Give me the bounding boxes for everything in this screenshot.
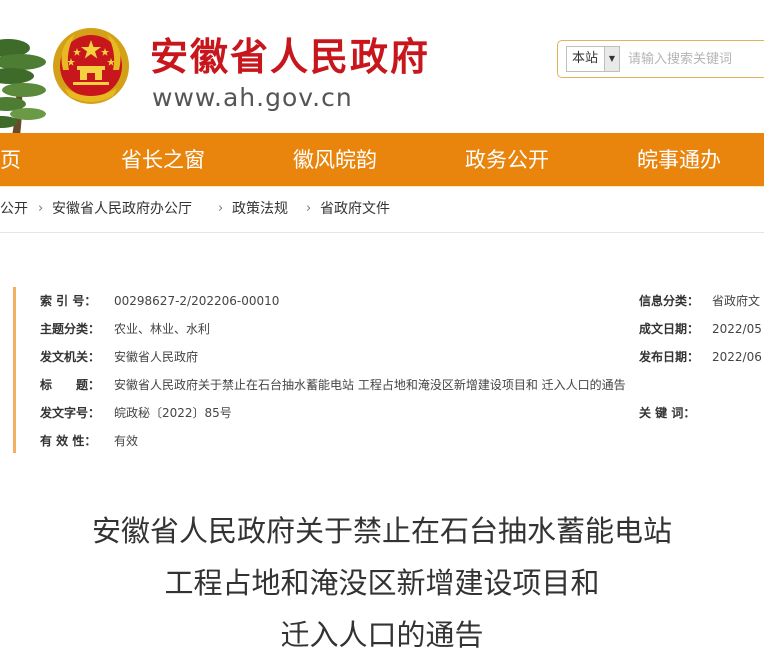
main-nav: 页 省长之窗 徽风皖韵 政务公开 皖事通办: [0, 133, 764, 187]
breadcrumb-item[interactable]: 公开: [0, 200, 28, 218]
document-info-table: 索 引 号： 00298627-2/202206-00010 信息分类： 省政府…: [13, 287, 764, 453]
info-row: 标 题： 安徽省人民政府关于禁止在石台抽水蓄能电站 工程占地和淹没区新增建设项目…: [16, 374, 764, 396]
search-scope-select[interactable]: 本站 ▼: [566, 46, 620, 72]
keywords-label: 关 键 词：: [639, 406, 696, 420]
pine-tree-icon: [0, 39, 46, 133]
national-emblem-icon: [53, 28, 129, 104]
nav-item-online-services[interactable]: 皖事通办: [637, 133, 721, 187]
chevron-right-icon: ›: [218, 201, 224, 216]
article-title: 安徽省人民政府关于禁止在石台抽水蓄能电站 工程占地和淹没区新增建设项目和 迁入人…: [0, 505, 764, 661]
validity-label: 有 效 性：: [40, 434, 97, 448]
site-header: 安徽省人民政府 www.ah.gov.cn 本站 ▼: [0, 0, 764, 133]
index-no-label: 索 引 号：: [40, 294, 97, 308]
site-title[interactable]: 安徽省人民政府: [150, 33, 430, 81]
issuer-label: 发文机关：: [40, 350, 101, 364]
doc-no-label: 发文字号：: [40, 406, 101, 420]
date-made-label: 成文日期：: [639, 322, 700, 336]
chevron-right-icon: ›: [306, 201, 312, 216]
site-url: www.ah.gov.cn: [152, 83, 353, 112]
article-title-line: 安徽省人民政府关于禁止在石台抽水蓄能电站: [91, 514, 672, 548]
nav-item-anhui-culture[interactable]: 徽风皖韵: [293, 133, 377, 187]
breadcrumb: 公开 › 安徽省人民政府办公厅 › 政策法规 › 省政府文件: [0, 187, 764, 233]
chevron-right-icon: ›: [38, 201, 44, 216]
article-title-line: 迁入人口的通告: [280, 618, 484, 652]
info-row: 发文字号： 皖政秘〔2022〕85号 关 键 词：: [16, 402, 764, 424]
chevron-down-icon[interactable]: ▼: [604, 47, 619, 71]
title-value: 安徽省人民政府关于禁止在石台抽水蓄能电站 工程占地和淹没区新增建设项目和 迁入人…: [114, 378, 626, 392]
nav-item-government-affairs[interactable]: 政务公开: [465, 133, 549, 187]
validity-value: 有效: [114, 434, 139, 448]
breadcrumb-item[interactable]: 省政府文件: [320, 200, 390, 218]
search-box: 本站 ▼: [557, 40, 764, 78]
date-published-label: 发布日期：: [639, 350, 700, 364]
search-input[interactable]: [628, 47, 764, 71]
category-label: 信息分类：: [639, 294, 700, 308]
doc-no-value: 皖政秘〔2022〕85号: [114, 406, 232, 420]
article-title-line: 工程占地和淹没区新增建设项目和: [164, 566, 600, 600]
info-row: 发文机关： 安徽省人民政府 发布日期： 2022/06: [16, 346, 764, 368]
breadcrumb-item[interactable]: 安徽省人民政府办公厅: [52, 200, 192, 218]
category-value: 省政府文: [712, 294, 761, 308]
date-made-value: 2022/05: [712, 322, 762, 336]
info-row: 有 效 性： 有效: [16, 430, 764, 452]
nav-item-governor-window[interactable]: 省长之窗: [121, 133, 205, 187]
breadcrumb-item[interactable]: 政策法规: [232, 200, 288, 218]
subject-value: 农业、林业、水利: [114, 322, 211, 336]
subject-label: 主题分类：: [40, 322, 101, 336]
search-scope-label: 本站: [572, 51, 599, 66]
nav-item-home[interactable]: 页: [0, 133, 21, 187]
info-row: 索 引 号： 00298627-2/202206-00010 信息分类： 省政府…: [16, 290, 764, 312]
info-row: 主题分类： 农业、林业、水利 成文日期： 2022/05: [16, 318, 764, 340]
issuer-value: 安徽省人民政府: [114, 350, 199, 364]
index-no-value: 00298627-2/202206-00010: [114, 294, 280, 308]
date-published-value: 2022/06: [712, 350, 762, 364]
title-label: 标 题：: [40, 378, 101, 392]
